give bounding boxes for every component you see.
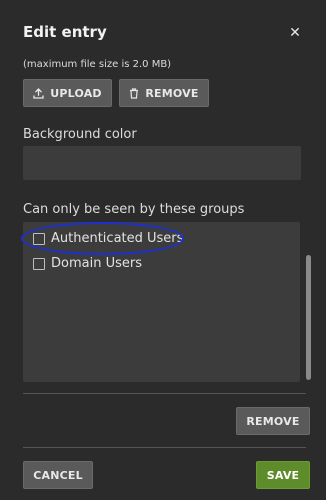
background-color-label: Background color: [23, 127, 137, 142]
remove-file-button[interactable]: REMOVE: [119, 79, 209, 107]
dialog-header: Edit entry ✕: [0, 0, 326, 52]
dialog-title: Edit entry: [23, 23, 107, 41]
groups-label: Can only be seen by these groups: [23, 202, 245, 217]
checkbox[interactable]: [33, 232, 45, 245]
group-item-label: Domain Users: [51, 256, 142, 271]
upload-button[interactable]: UPLOAD: [23, 79, 112, 107]
close-icon[interactable]: ✕: [287, 25, 303, 41]
remove-file-button-label: REMOVE: [145, 86, 199, 100]
trash-icon: [129, 87, 139, 99]
checkbox[interactable]: [33, 257, 45, 270]
remove-button-label: REMOVE: [246, 414, 300, 428]
group-item-domain-users[interactable]: Domain Users: [33, 256, 142, 271]
save-button-label: SAVE: [266, 468, 300, 482]
groups-list: Authenticated Users Domain Users: [23, 222, 300, 382]
upload-icon: [33, 87, 44, 99]
save-button[interactable]: SAVE: [256, 461, 310, 489]
cancel-button[interactable]: CANCEL: [23, 461, 93, 489]
file-size-note: (maximum file size is 2.0 MB): [23, 59, 172, 70]
scrollbar-thumb[interactable]: [306, 255, 311, 380]
divider: [23, 447, 306, 448]
divider: [23, 393, 306, 394]
remove-button[interactable]: REMOVE: [236, 407, 310, 435]
group-item-authenticated-users[interactable]: Authenticated Users: [33, 231, 183, 246]
group-item-label: Authenticated Users: [51, 231, 184, 246]
edit-entry-dialog: Edit entry ✕ (maximum file size is 2.0 M…: [0, 0, 326, 500]
upload-button-label: UPLOAD: [50, 86, 102, 100]
background-color-field[interactable]: [23, 146, 301, 180]
cancel-button-label: CANCEL: [33, 468, 83, 482]
